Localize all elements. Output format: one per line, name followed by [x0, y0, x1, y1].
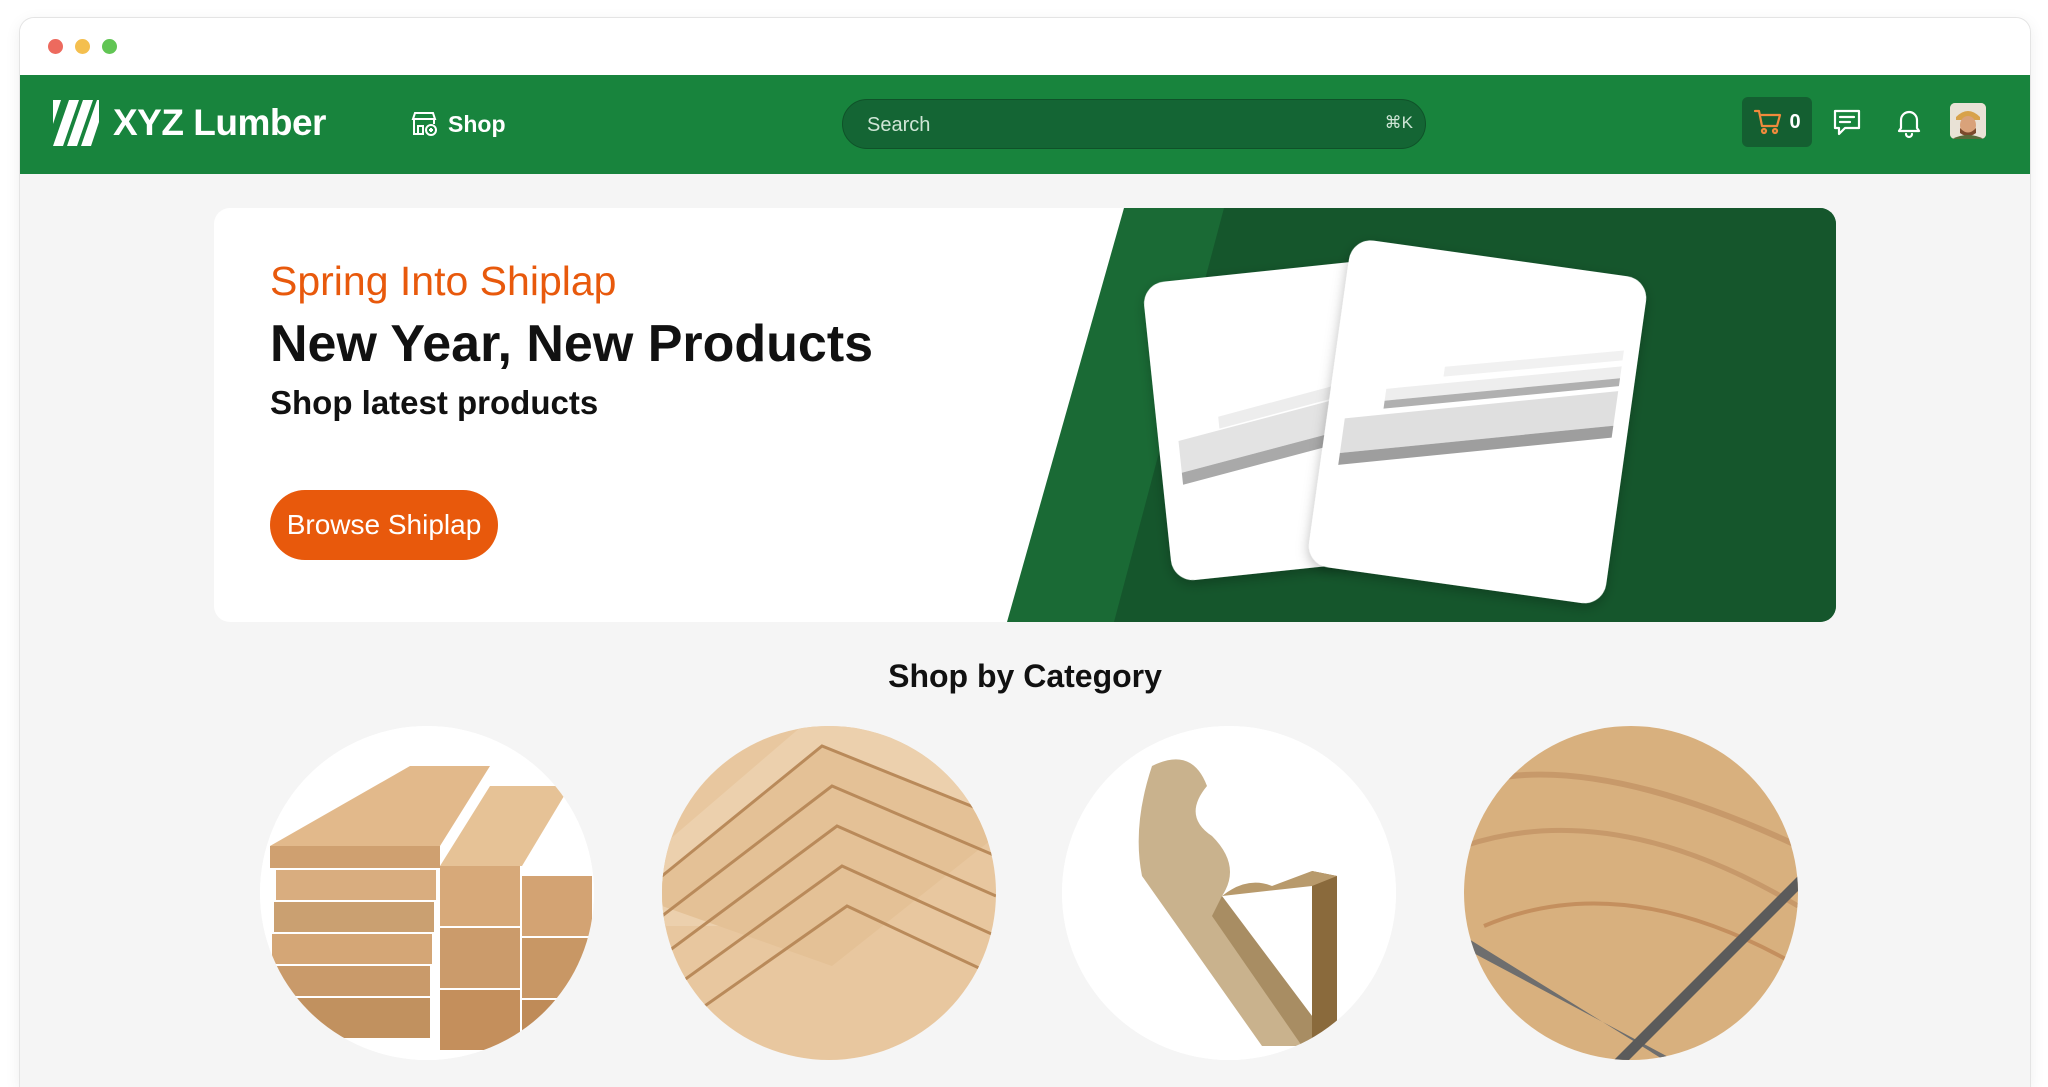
maximize-window-button[interactable]	[102, 39, 117, 54]
search-input[interactable]	[865, 100, 1349, 150]
shop-nav-label: Shop	[448, 110, 506, 137]
user-avatar-icon	[1950, 103, 1986, 139]
cart-count: 0	[1789, 110, 1801, 133]
browser-window: XYZ Lumber Shop ⌘K 0	[20, 18, 2030, 1087]
category-flooring[interactable]	[1464, 726, 1798, 1060]
category-moulding[interactable]	[1062, 726, 1396, 1060]
window-titlebar	[20, 18, 2030, 75]
category-plywood[interactable]	[662, 726, 996, 1060]
bell-icon	[1897, 110, 1921, 139]
cart-icon	[1754, 109, 1782, 135]
hero-subheadline: Shop latest products	[270, 384, 599, 421]
minimize-window-button[interactable]	[75, 39, 90, 54]
close-window-button[interactable]	[48, 39, 63, 54]
shop-by-category-title: Shop by Category	[888, 658, 1162, 694]
top-navbar: XYZ Lumber Shop ⌘K 0	[20, 75, 2030, 174]
brand-logo[interactable]: XYZ Lumber	[53, 99, 326, 147]
shop-nav-link[interactable]: Shop	[410, 106, 506, 142]
cart-button[interactable]: 0	[1742, 97, 1812, 147]
chat-icon	[1833, 109, 1861, 136]
browse-shiplap-button[interactable]: Browse Shiplap	[270, 490, 498, 560]
notifications-button[interactable]	[1892, 105, 1926, 139]
plywood-sheets-image	[662, 726, 996, 1060]
logo-mark-icon	[53, 100, 99, 146]
brand-name: XYZ Lumber	[113, 102, 326, 143]
moulding-trim-image	[1062, 726, 1396, 1060]
messages-button[interactable]	[1830, 105, 1864, 139]
avatar[interactable]	[1950, 103, 1986, 139]
hero-eyebrow: Spring Into Shiplap	[270, 258, 617, 304]
search-bar: ⌘K	[842, 99, 1426, 150]
store-icon	[411, 112, 437, 136]
lumber-boards-image	[260, 726, 594, 1060]
laminate-flooring-image	[1464, 726, 1798, 1060]
hero-headline: New Year, New Products	[270, 315, 874, 373]
promo-hero-banner: Spring Into Shiplap New Year, New Produc…	[214, 208, 1836, 622]
search-shortcut-hint: ⌘K	[1384, 113, 1413, 132]
category-lumber[interactable]	[260, 726, 594, 1060]
